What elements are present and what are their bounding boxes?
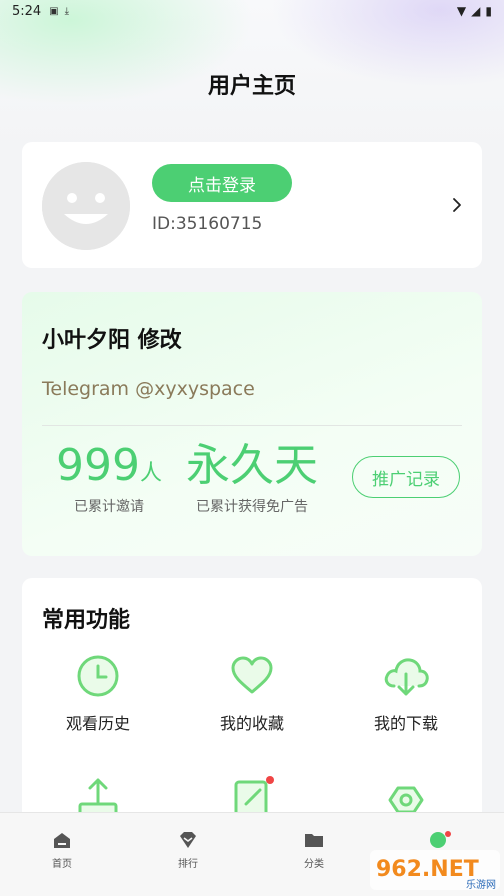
func-favorites[interactable]: 我的收藏 <box>192 654 312 734</box>
signal-icon: ◢ <box>471 4 481 18</box>
func-watch-history[interactable]: 观看历史 <box>38 654 158 734</box>
battery-icon: ▮ <box>485 4 492 18</box>
func-downloads[interactable]: 我的下载 <box>346 654 466 734</box>
tab-rank[interactable]: 排行 <box>148 831 228 870</box>
chevron-right-icon[interactable] <box>450 196 464 214</box>
ad-free-label: 已累计获得免广告 <box>196 499 308 515</box>
notification-dot <box>266 776 274 784</box>
wifi-icon: ▼ <box>456 4 467 18</box>
clock-icon <box>77 655 119 697</box>
func-label: 我的收藏 <box>219 714 284 733</box>
divider <box>42 425 462 426</box>
tab-label: 首页 <box>52 859 72 870</box>
notification-a-icon: ▣ <box>49 5 59 17</box>
functions-card: 常用功能 观看历史 我的收藏 我的下载 <box>22 578 482 838</box>
tab-label: 分类 <box>304 859 324 870</box>
invite-unit: 人 <box>139 461 162 486</box>
home-icon <box>54 833 70 848</box>
func-upload[interactable] <box>38 776 158 816</box>
svg-text:乐游网: 乐游网 <box>466 878 496 891</box>
invite-count: 999 <box>56 440 140 491</box>
status-bar: 5:24 ▣ ⤓ ▼ ◢ ▮ <box>0 0 504 22</box>
bottom-tab-bar: 首页 排行 分类 962.NET 乐游网 <box>0 812 504 896</box>
smiley-avatar-icon <box>42 162 130 250</box>
heart-icon <box>231 656 273 694</box>
rank-icon <box>180 832 196 848</box>
func-label: 观看历史 <box>65 714 130 733</box>
func-label: 我的下载 <box>373 714 438 733</box>
ad-free-stat: 永久天 已累计获得免广告 <box>172 442 332 516</box>
func-edit[interactable] <box>192 776 312 816</box>
watermark-logo: 962.NET 乐游网 <box>370 850 500 891</box>
profile-card[interactable]: 点击登录 ID:35160715 <box>22 142 482 268</box>
promo-title: 小叶夕阳 修改 <box>42 328 182 353</box>
promo-card: 小叶夕阳 修改 Telegram @xyxyspace 999人 已累计邀请 永… <box>22 292 482 556</box>
svg-text:962.NET: 962.NET <box>376 857 479 882</box>
ad-free-days: 永久天 <box>186 440 318 491</box>
status-time: 5:24 <box>12 3 42 19</box>
invite-stat: 999人 已累计邀请 <box>44 442 174 516</box>
user-id: ID:35160715 <box>152 214 263 234</box>
tab-label: 排行 <box>178 859 198 870</box>
promo-telegram: Telegram @xyxyspace <box>42 378 255 400</box>
folder-icon <box>305 834 323 847</box>
promotion-record-button[interactable]: 推广记录 <box>352 456 460 498</box>
avatar[interactable] <box>42 162 130 250</box>
tab-category[interactable]: 分类 <box>274 831 354 870</box>
tab-home[interactable]: 首页 <box>22 831 102 870</box>
upload-icon <box>78 778 118 816</box>
invite-label: 已累计邀请 <box>74 499 144 515</box>
cloud-download-icon <box>384 658 429 696</box>
status-right: ▼ ◢ ▮ <box>457 4 492 18</box>
login-button[interactable]: 点击登录 <box>152 164 292 202</box>
download-status-icon: ⤓ <box>64 5 70 17</box>
page-title: 用户主页 <box>207 74 296 99</box>
functions-title: 常用功能 <box>42 608 131 633</box>
